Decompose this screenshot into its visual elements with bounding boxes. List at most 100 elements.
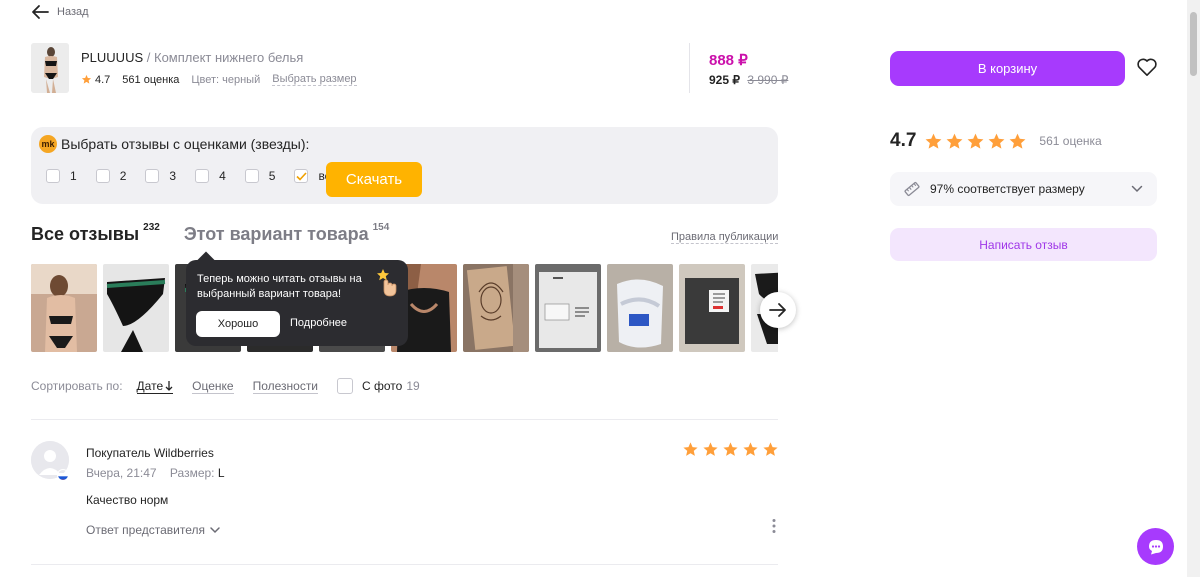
- price-current: 888 ₽: [709, 52, 748, 69]
- tooltip-ok-button[interactable]: Хорошо: [196, 311, 280, 337]
- publication-rules-link[interactable]: Правила публикации: [671, 231, 779, 244]
- download-button[interactable]: Скачать: [326, 162, 422, 197]
- sort-bar: Сортировать по: Дате Оценке Полезности С…: [31, 378, 420, 394]
- product-title[interactable]: PLUUUUS / Комплект нижнего белья: [81, 50, 303, 65]
- arrow-left-icon: [32, 5, 49, 19]
- back-link[interactable]: Назад: [31, 4, 89, 20]
- review-photo[interactable]: [103, 264, 169, 352]
- scrollbar-thumb[interactable]: [1190, 12, 1197, 76]
- choose-size-link[interactable]: Выбрать размер: [272, 73, 357, 86]
- rating-summary: 4.7 561 оценка: [890, 130, 1102, 152]
- review-photo[interactable]: [679, 264, 745, 352]
- review-photo[interactable]: [535, 264, 601, 352]
- star-filter-options: 12345все: [46, 169, 356, 183]
- price-old: 3 990 ₽: [747, 73, 789, 87]
- review-text: Качество норм: [86, 493, 169, 507]
- with-photo-label: С фото: [362, 379, 403, 393]
- rating-summary-stars: [924, 132, 1027, 151]
- size-fit-dropdown[interactable]: 97% соответствует размеру: [890, 172, 1157, 206]
- review-size-label: Размер:: [169, 466, 215, 480]
- tab-this-variant-label: Этот вариант товара: [183, 224, 369, 244]
- star-icon: [762, 441, 779, 458]
- price-divider: [689, 43, 690, 93]
- favorite-heart-icon[interactable]: [1136, 57, 1158, 82]
- tooltip-message: Теперь можно читать отзывы на выбранный …: [197, 273, 362, 300]
- tab-all-reviews-label: Все отзывы: [31, 224, 140, 244]
- rating-summary-value: 4.7: [890, 130, 917, 151]
- arrow-right-icon: [769, 303, 786, 317]
- sort-by-date-label: Дате: [136, 378, 164, 393]
- more-options-icon[interactable]: [771, 518, 777, 539]
- sort-label: Сортировать по:: [31, 379, 123, 393]
- chevron-down-icon: [1131, 185, 1143, 193]
- review-meta: Вчера, 21:47 Размер: L: [86, 466, 225, 480]
- star-filter-option-label: 1: [70, 169, 77, 183]
- product-rating: 4.7: [81, 74, 110, 86]
- review-date: Вчера, 21:47: [86, 466, 157, 480]
- star-filter-option[interactable]: 3: [145, 169, 176, 183]
- star-icon: [81, 74, 92, 84]
- star-icon: [722, 441, 739, 458]
- star-filter-checkbox[interactable]: [244, 169, 259, 183]
- page-scrollbar[interactable]: [1187, 0, 1200, 577]
- seller-reply-label: Ответ представителя: [86, 523, 206, 537]
- tab-this-variant[interactable]: Этот вариант товара 154: [183, 222, 390, 245]
- star-filter-title: mk Выбрать отзывы с оценками (звезды):: [39, 135, 309, 153]
- tooltip-more-link[interactable]: Подробнее: [290, 317, 347, 329]
- review-tabs: Все отзывы 232 Этот вариант товара 154: [31, 222, 390, 245]
- sort-by-rating[interactable]: Оценке: [192, 379, 234, 394]
- ruler-icon: [904, 181, 920, 197]
- add-to-cart-button[interactable]: В корзину: [890, 51, 1125, 86]
- with-photo-checkbox[interactable]: [337, 378, 354, 394]
- divider: [31, 419, 778, 420]
- star-icon: [945, 132, 964, 151]
- price-details: 925 ₽ 3 990 ₽: [709, 73, 788, 87]
- tab-all-reviews-count: 232: [143, 222, 160, 233]
- star-filter-checkbox[interactable]: [294, 169, 309, 183]
- check-icon: [296, 171, 307, 181]
- size-fit-text: 97% соответствует размеру: [930, 182, 1085, 196]
- star-filter-option-label: 2: [119, 169, 127, 183]
- arrow-down-icon: [165, 381, 173, 391]
- star-filter-option[interactable]: 5: [244, 169, 276, 183]
- gallery-next-button[interactable]: [760, 292, 796, 328]
- pointing-hand-star-icon: [377, 269, 397, 297]
- star-filter-option[interactable]: 2: [95, 169, 127, 183]
- tooltip-arrow: [197, 251, 215, 269]
- product-rating-count: 561 оценка: [122, 73, 180, 86]
- star-filter-checkbox[interactable]: [95, 169, 110, 183]
- product-thumbnail[interactable]: [31, 43, 69, 93]
- review-stars: [682, 441, 779, 458]
- review-photo[interactable]: [463, 264, 529, 352]
- product-name: Комплект нижнего белья: [154, 50, 304, 65]
- sort-by-usefulness[interactable]: Полезности: [252, 379, 319, 394]
- product-rating-value: 4.7: [95, 73, 111, 86]
- divider: [31, 564, 778, 565]
- write-review-button[interactable]: Написать отзыв: [890, 228, 1157, 261]
- star-filter-checkbox[interactable]: [195, 169, 210, 183]
- country-flag-icon: [57, 469, 69, 481]
- product-color: Цвет: черный: [191, 73, 261, 86]
- star-icon: [682, 441, 699, 458]
- star-filter-panel: mk Выбрать отзывы с оценками (звезды): 1…: [31, 127, 778, 204]
- review-size-value: L: [217, 466, 225, 480]
- star-filter-option[interactable]: 4: [195, 169, 226, 183]
- review-photo[interactable]: [31, 264, 97, 352]
- product-brand: PLUUUUS: [81, 50, 144, 65]
- price-wallet: 925 ₽: [709, 73, 740, 87]
- star-filter-title-text: Выбрать отзывы с оценками (звезды):: [61, 136, 310, 152]
- product-meta: 4.7 561 оценка Цвет: черный Выбрать разм…: [81, 73, 357, 86]
- chevron-down-icon: [210, 527, 220, 534]
- tab-all-reviews[interactable]: Все отзывы 232: [31, 222, 160, 245]
- tab-this-variant-count: 154: [372, 222, 390, 233]
- star-filter-option-label: 4: [219, 169, 226, 183]
- star-icon: [702, 441, 719, 458]
- chat-button[interactable]: [1137, 528, 1174, 565]
- star-filter-checkbox[interactable]: [145, 169, 160, 183]
- seller-reply-toggle[interactable]: Ответ представителя: [86, 523, 221, 537]
- star-filter-option-label: 5: [268, 169, 276, 183]
- star-filter-checkbox[interactable]: [46, 169, 60, 183]
- sort-by-date[interactable]: Дате: [136, 378, 174, 394]
- star-filter-option[interactable]: 1: [46, 169, 77, 183]
- review-photo[interactable]: [607, 264, 673, 352]
